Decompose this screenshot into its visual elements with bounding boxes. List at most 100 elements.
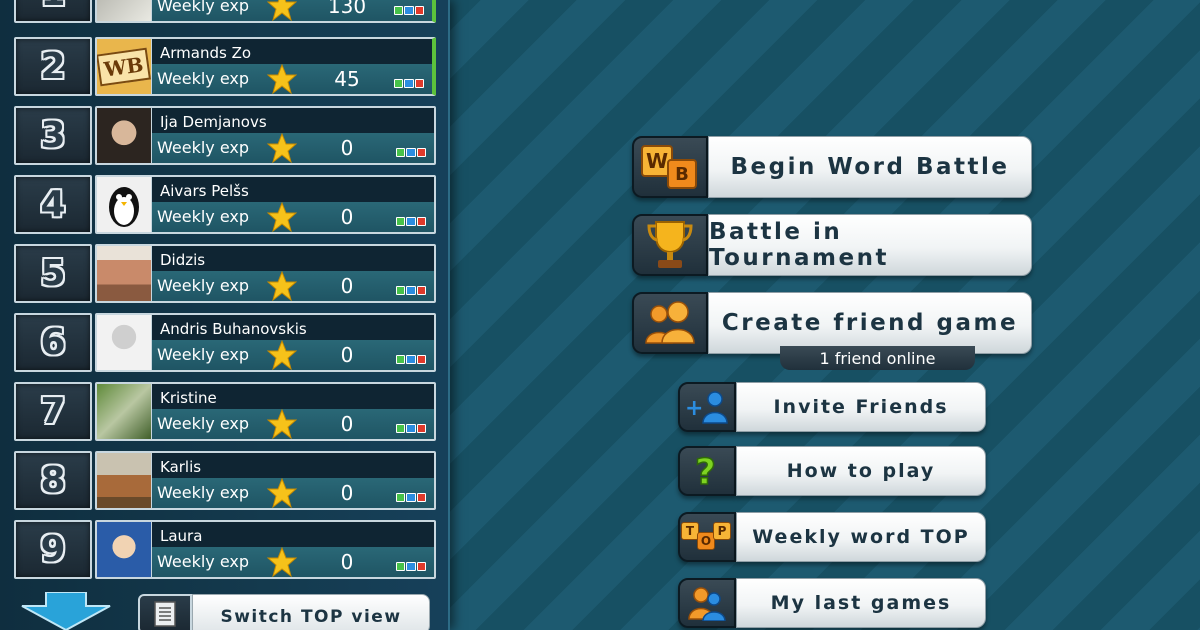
- avatar: [97, 177, 152, 232]
- rank-number: 2: [40, 46, 66, 87]
- menu-icon-box: [632, 214, 708, 276]
- rank-box: 9: [14, 520, 92, 579]
- add-friend-icon: +: [685, 391, 728, 424]
- rank-box: 5: [14, 244, 92, 303]
- rank-number: 5: [40, 253, 66, 294]
- rank-number: 8: [40, 460, 66, 501]
- star-icon: [267, 64, 297, 94]
- leaderboard-row[interactable]: 4 Aivars Pelšs Weekly exp 0: [0, 175, 448, 235]
- player-card: WB Armands Zo Weekly exp 45: [95, 37, 436, 96]
- leaderboard-panel: 1 Weekly exp 130 2 WB Armands Zo Weekly …: [0, 0, 450, 630]
- star-icon: [267, 478, 297, 508]
- level-bars: [396, 286, 426, 295]
- leaderboard-row[interactable]: 9 Laura Weekly exp 0: [0, 520, 448, 580]
- menu-icon-box: +: [678, 382, 736, 432]
- leaderboard-row[interactable]: 1 Weekly exp 130: [0, 0, 448, 24]
- player-card: Kristine Weekly exp 0: [95, 382, 436, 441]
- rank-number: 7: [40, 391, 66, 432]
- create-friend-game-button[interactable]: Create friend game: [632, 292, 1032, 354]
- leaderboard-row[interactable]: 5 Didzis Weekly exp 0: [0, 244, 448, 304]
- rank-box: 8: [14, 451, 92, 510]
- avatar: [97, 0, 152, 21]
- leaderboard-row[interactable]: 7 Kristine Weekly exp 0: [0, 382, 448, 442]
- player-name: Karlis: [160, 458, 202, 476]
- level-bars: [396, 148, 426, 157]
- exp-value: 0: [340, 136, 354, 160]
- word-battle-icon: W B: [641, 145, 699, 189]
- player-card: Karlis Weekly exp 0: [95, 451, 436, 510]
- rank-box: 2: [14, 37, 92, 96]
- player-card: Weekly exp 130: [95, 0, 436, 23]
- users-icon: [688, 587, 726, 621]
- menu-icon-box: W B: [632, 136, 708, 198]
- exp-value: 0: [340, 481, 354, 505]
- friends-icon: [645, 301, 695, 344]
- exp-value: 0: [340, 205, 354, 229]
- rank-box: 7: [14, 382, 92, 441]
- battle-in-tournament-button[interactable]: Battle in Tournament: [632, 214, 1032, 276]
- rank-number: 4: [40, 184, 66, 225]
- my-last-games-button[interactable]: My last games: [678, 578, 986, 628]
- down-arrow-icon[interactable]: [18, 592, 114, 630]
- leaderboard-row[interactable]: 8 Karlis Weekly exp 0: [0, 451, 448, 511]
- weekly-word-top-button[interactable]: T O P Weekly word TOP: [678, 512, 986, 562]
- avatar: [97, 522, 152, 577]
- exp-value: 0: [340, 550, 354, 574]
- leaderboard-row[interactable]: 3 Ija Demjanovs Weekly exp 0: [0, 106, 448, 166]
- rank-number: 3: [40, 115, 66, 156]
- level-bars: [396, 493, 426, 502]
- menu-icon-box: T O P: [678, 512, 736, 562]
- question-icon: ?: [694, 452, 716, 490]
- how-to-play-button[interactable]: ? How to play: [678, 446, 986, 496]
- player-name: Armands Zo: [160, 44, 252, 62]
- weekly-exp-label: Weekly exp: [157, 414, 250, 433]
- player-name: Ija Demjanovs: [160, 113, 267, 131]
- rank-number: 9: [40, 529, 66, 570]
- star-icon: [267, 409, 297, 439]
- leaderboard-row[interactable]: 6 Andris Buhanovskis Weekly exp 0: [0, 313, 448, 373]
- document-icon: [154, 601, 176, 627]
- invite-friends-button[interactable]: + Invite Friends: [678, 382, 986, 432]
- weekly-exp-label: Weekly exp: [157, 276, 250, 295]
- avatar: [97, 246, 152, 301]
- player-card: Didzis Weekly exp 0: [95, 244, 436, 303]
- top-tiles-icon: T O P: [681, 520, 733, 554]
- begin-word-battle-label: Begin Word Battle: [708, 136, 1032, 198]
- trophy-icon: [647, 221, 693, 268]
- rank-box: 4: [14, 175, 92, 234]
- begin-word-battle-button[interactable]: W B Begin Word Battle: [632, 136, 1032, 198]
- avatar: [97, 315, 152, 370]
- menu-icon-box: [632, 292, 708, 354]
- leaderboard-row[interactable]: 2 WB Armands Zo Weekly exp 45: [0, 37, 448, 97]
- svg-text:+: +: [685, 396, 703, 421]
- rank-box: 1: [14, 0, 92, 23]
- avatar: [97, 453, 152, 508]
- player-card: Andris Buhanovskis Weekly exp 0: [95, 313, 436, 372]
- weekly-exp-label: Weekly exp: [157, 552, 250, 571]
- avatar: WB: [97, 39, 152, 94]
- switch-view-icon-box[interactable]: [138, 594, 192, 630]
- star-icon: [267, 202, 297, 232]
- player-card: Laura Weekly exp 0: [95, 520, 436, 579]
- invite-friends-label: Invite Friends: [736, 382, 986, 432]
- exp-value: 0: [340, 412, 354, 436]
- avatar: [97, 384, 152, 439]
- rank-box: 3: [14, 106, 92, 165]
- exp-value: 0: [340, 343, 354, 367]
- switch-top-view-button[interactable]: Switch TOP view: [192, 594, 430, 630]
- level-bars: [396, 424, 426, 433]
- battle-in-tournament-label: Battle in Tournament: [708, 214, 1032, 276]
- level-bars: [394, 79, 424, 88]
- player-name: Didzis: [160, 251, 206, 269]
- menu-icon-box: ?: [678, 446, 736, 496]
- rank-number: 1: [40, 0, 65, 14]
- level-bars: [394, 6, 424, 15]
- create-friend-game-label: Create friend game: [708, 292, 1032, 354]
- weekly-word-top-label: Weekly word TOP: [736, 512, 986, 562]
- player-card: Aivars Pelšs Weekly exp 0: [95, 175, 436, 234]
- weekly-exp-label: Weekly exp: [157, 69, 250, 88]
- weekly-exp-label: Weekly exp: [157, 138, 250, 157]
- player-name: Andris Buhanovskis: [160, 320, 307, 338]
- penguin-icon: [109, 187, 139, 227]
- exp-value: 0: [340, 274, 354, 298]
